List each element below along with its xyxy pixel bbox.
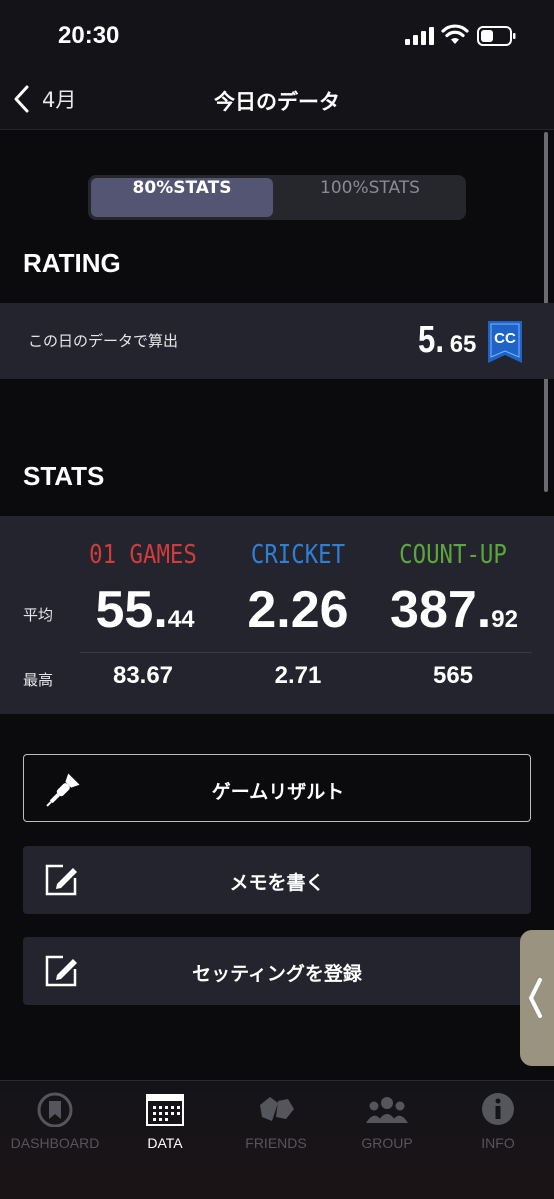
- column-title-cricket: CRICKET: [250, 540, 346, 570]
- tab-dashboard[interactable]: DASHBOARD: [0, 1091, 110, 1151]
- cc-rank-badge-icon: CC: [488, 321, 522, 363]
- tab-friends-label: FRIENDS: [245, 1135, 307, 1151]
- write-memo-button[interactable]: メモを書く: [23, 846, 531, 914]
- cellular-signal-icon: [405, 27, 434, 45]
- stats-section-title: STATS: [23, 461, 105, 491]
- max-01-games: 83.67: [112, 662, 174, 689]
- page-title: 今日のデータ: [214, 90, 340, 114]
- max-cricket: 2.71: [274, 662, 322, 689]
- battery-icon: [477, 26, 516, 46]
- rating-row-label: この日のデータで算出: [28, 332, 179, 350]
- avg-count-up: 387.92: [390, 581, 518, 639]
- tab-data-label: DATA: [147, 1135, 183, 1151]
- tab-bar: DASHBOARD DATA FRIENDS GROUP INFO: [0, 1080, 554, 1199]
- register-setting-button[interactable]: セッティングを登録: [23, 937, 531, 1005]
- column-title-01-games: 01 GAMES: [89, 540, 197, 570]
- status-bar: 20:30: [0, 0, 554, 72]
- navigation-bar: 4月 今日のデータ: [0, 72, 554, 130]
- rating-row: この日のデータで算出 5. 65: [0, 303, 554, 379]
- write-memo-label: メモを書く: [229, 872, 325, 894]
- group-icon: [366, 1097, 408, 1123]
- avg-row-label: 平均: [23, 606, 54, 624]
- max-row-label: 最高: [23, 671, 54, 689]
- column-title-count-up: COUNT-UP: [399, 540, 507, 570]
- tab-dashboard-label: DASHBOARD: [10, 1135, 100, 1151]
- wifi-icon: [441, 24, 469, 44]
- dashboard-icon: [37, 1092, 73, 1128]
- tab-info-label: INFO: [481, 1135, 515, 1151]
- cc-badge-text: CC: [494, 330, 516, 347]
- avg-cricket: 2.26: [247, 581, 349, 639]
- segment-100-stats[interactable]: 100%STATS: [279, 178, 461, 217]
- side-drawer-tab[interactable]: [520, 930, 554, 1066]
- friends-icon: [260, 1097, 294, 1121]
- game-result-label: ゲームリザルト: [211, 781, 345, 803]
- stats-panel: 01 GAMES CRICKET COUNT-UP 平均 55.44 2.26 …: [0, 516, 554, 714]
- status-time: 20:30: [58, 22, 120, 49]
- chevron-left-icon: [529, 978, 542, 1018]
- segment-80-stats[interactable]: 80%STATS: [91, 178, 273, 217]
- tab-data[interactable]: DATA: [110, 1091, 220, 1151]
- calendar-icon: [146, 1094, 184, 1126]
- tab-group-label: GROUP: [361, 1135, 413, 1151]
- rating-section-title: RATING: [23, 248, 121, 278]
- stats-divider: [80, 652, 532, 653]
- info-icon: [482, 1093, 514, 1125]
- tab-friends[interactable]: FRIENDS: [221, 1091, 331, 1151]
- register-setting-label: セッティングを登録: [192, 963, 362, 985]
- tab-group[interactable]: GROUP: [332, 1091, 442, 1151]
- game-result-button[interactable]: ゲームリザルト: [23, 754, 531, 822]
- rating-value: 5. 65: [418, 319, 477, 361]
- max-count-up: 565: [432, 662, 474, 689]
- stats-segmented-control: 80%STATS 100%STATS: [88, 175, 466, 220]
- tab-info[interactable]: INFO: [443, 1091, 553, 1151]
